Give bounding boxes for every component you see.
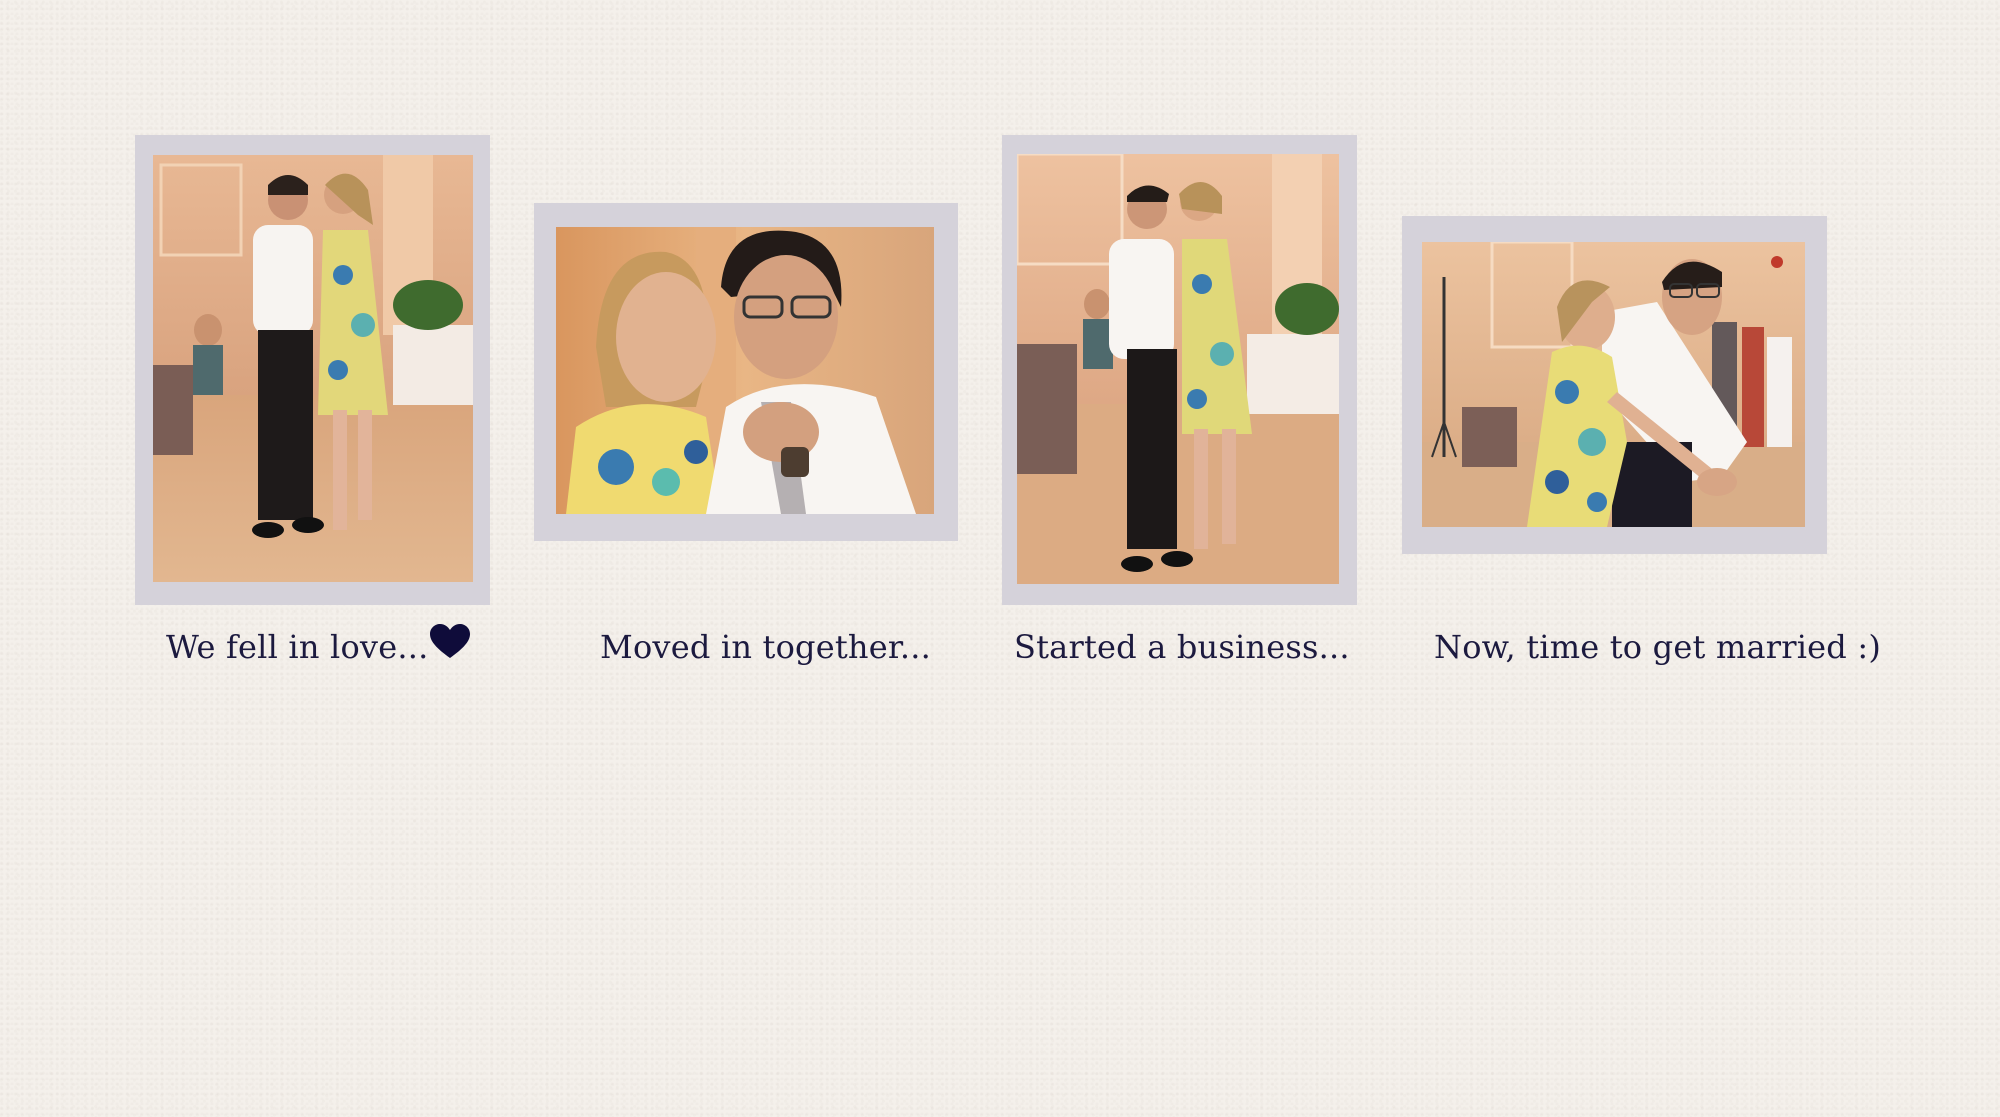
photo-couple-dancing-2 xyxy=(1017,154,1339,584)
photo-couple-dancing-1 xyxy=(153,155,473,582)
caption-text: Now, time to get married :) xyxy=(1434,628,1882,666)
caption-started-business: Started a business... xyxy=(1014,628,1350,666)
caption-text: Moved in together... xyxy=(600,628,931,666)
caption-fell-in-love: We fell in love... xyxy=(166,623,471,668)
caption-moved-in: Moved in together... xyxy=(600,628,931,666)
caption-get-married: Now, time to get married :) xyxy=(1434,628,1881,666)
photo-frame-4 xyxy=(1402,216,1827,554)
photo-frame-1 xyxy=(135,135,490,605)
photo-couple-dip xyxy=(1422,242,1805,527)
caption-text: Started a business... xyxy=(1014,628,1350,666)
caption-text: We fell in love... xyxy=(166,628,429,666)
photo-frame-3 xyxy=(1002,135,1357,605)
photo-frame-2 xyxy=(534,203,958,541)
heart-icon xyxy=(430,623,471,660)
photo-couple-closeup xyxy=(556,227,934,514)
